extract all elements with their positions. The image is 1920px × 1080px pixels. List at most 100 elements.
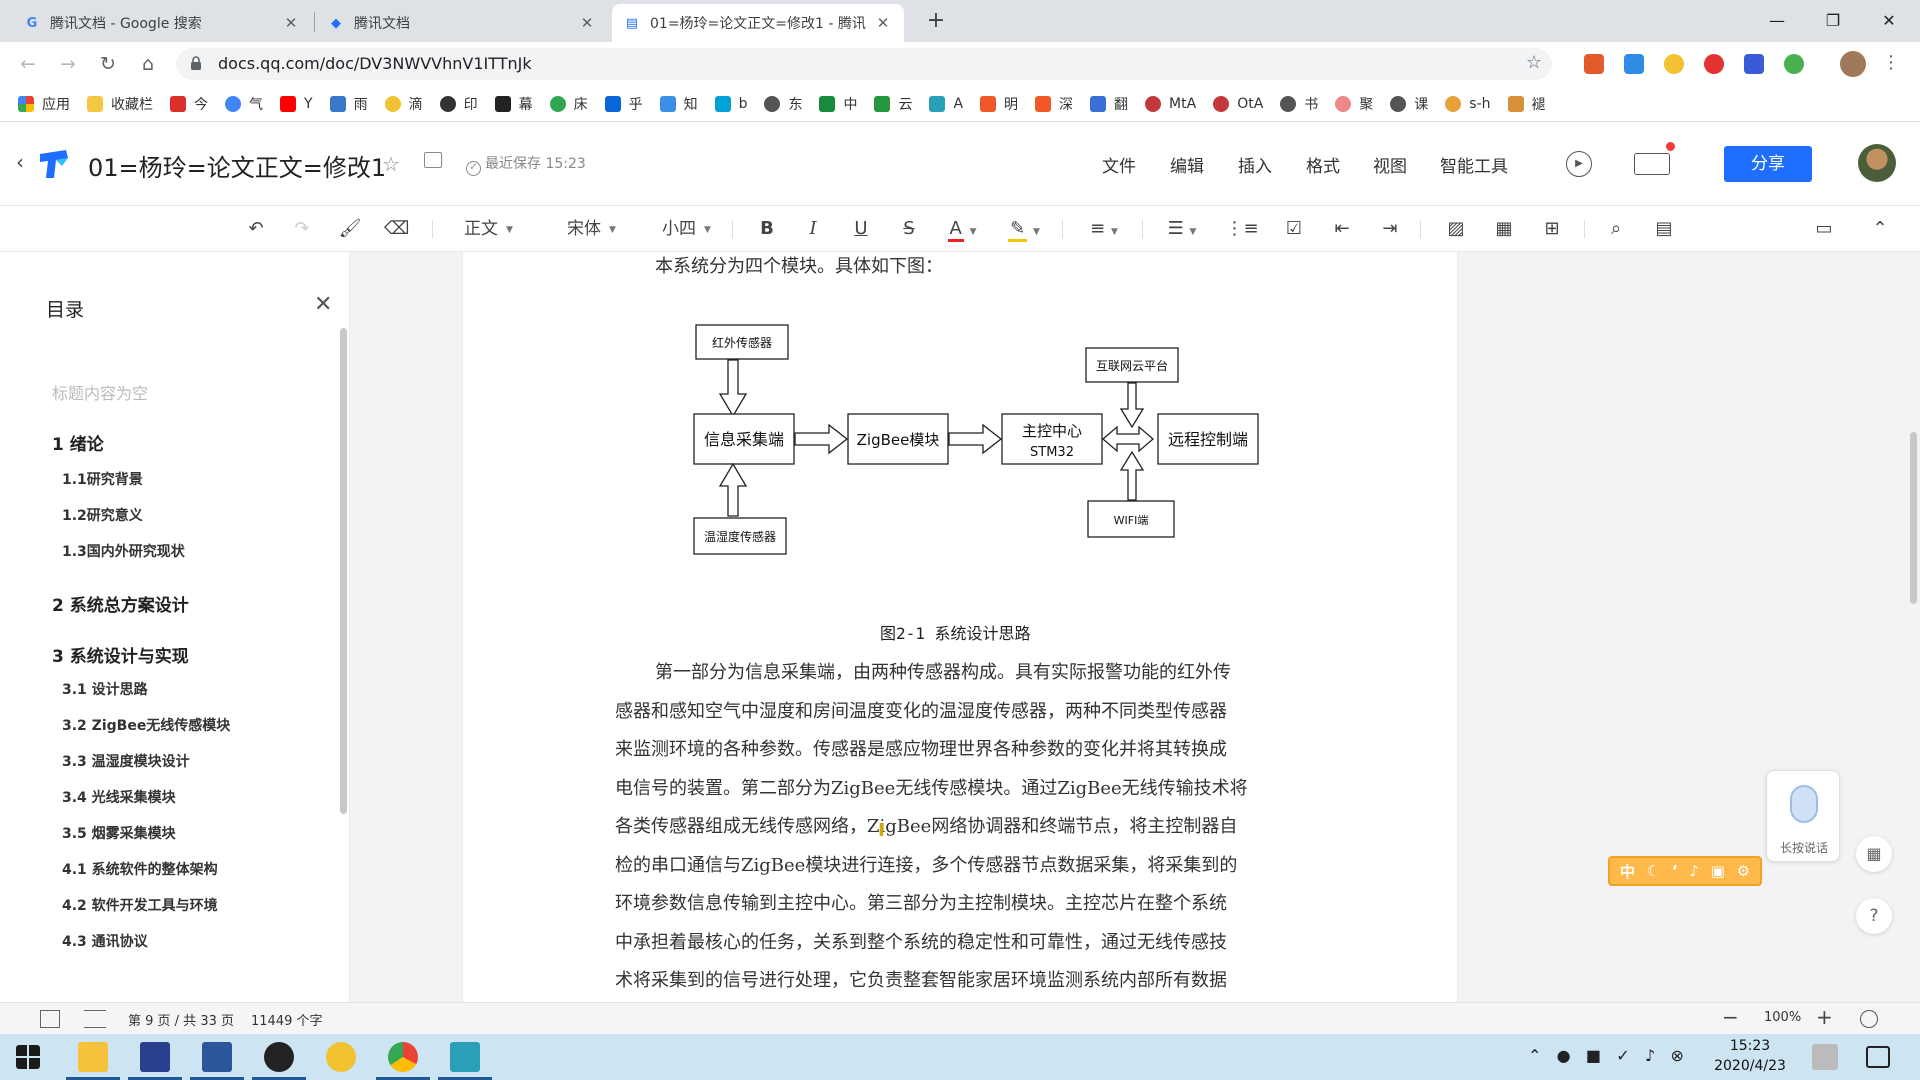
word-icon[interactable]: [202, 1042, 232, 1072]
zoom-out-icon[interactable]: −: [1722, 1005, 1739, 1029]
show-hidden-icon[interactable]: ⌃: [1528, 1046, 1541, 1065]
notification-center-icon[interactable]: [1866, 1046, 1890, 1068]
app-icon[interactable]: [264, 1042, 294, 1072]
fit-page-icon[interactable]: [1860, 1010, 1878, 1028]
new-tab-button[interactable]: +: [922, 8, 950, 36]
system-tray[interactable]: ⌃ ● ■ ✓ ♪ ⊗: [1528, 1046, 1684, 1065]
indent-icon[interactable]: ⇥: [1378, 216, 1402, 242]
close-tab-icon[interactable]: ✕: [282, 14, 300, 32]
intro-paragraph[interactable]: 本系统分为四个模块。具体如下图：: [655, 252, 943, 278]
bookmark-item[interactable]: MtA: [1145, 95, 1196, 112]
app-tray-icon[interactable]: ■: [1586, 1046, 1601, 1065]
underline-icon[interactable]: U: [849, 216, 873, 242]
outline-scrollbar[interactable]: [340, 328, 347, 814]
menu-file[interactable]: 文件: [1102, 152, 1136, 177]
bookmark-item[interactable]: 聚: [1335, 94, 1373, 114]
outline-item[interactable]: 3.3 温湿度模块设计: [62, 751, 190, 771]
bookmark-item[interactable]: A: [929, 95, 963, 112]
bookmark-apps[interactable]: 应用: [18, 94, 70, 114]
body-line[interactable]: 各类传感器组成无线传感网络，ZigBee网络协调器和终端节点，将主控制器自: [615, 812, 1237, 838]
bookmark-item[interactable]: 雨: [329, 94, 368, 114]
microphone-icon[interactable]: ●: [1557, 1046, 1571, 1065]
bookmark-item[interactable]: 幕: [494, 94, 533, 114]
back-chevron-icon[interactable]: ‹: [16, 150, 24, 174]
bookmark-item[interactable]: 深: [1035, 94, 1073, 114]
format-painter-icon[interactable]: 🖌: [338, 216, 362, 242]
zoom-in-icon[interactable]: +: [1816, 1005, 1833, 1029]
voice-input-widget[interactable]: 长按说话: [1766, 770, 1840, 862]
bookmark-item[interactable]: OtA: [1213, 95, 1263, 112]
bookmark-item[interactable]: 印: [439, 94, 478, 114]
menu-edit[interactable]: 编辑: [1170, 152, 1204, 177]
outdent-icon[interactable]: ⇤: [1330, 216, 1354, 242]
forward-arrow-icon[interactable]: →: [54, 50, 82, 78]
outline-item[interactable]: 4.3 通讯协议: [62, 931, 148, 951]
minimize-icon[interactable]: —: [1754, 6, 1800, 36]
insert-comment-icon[interactable]: ⊞: [1540, 216, 1564, 242]
bookmark-item[interactable]: 书: [1280, 94, 1318, 114]
file-explorer-icon[interactable]: [78, 1042, 108, 1072]
system-design-diagram[interactable]: 红外传感器 信息采集端 温湿度传感器 ZigBee模块 主控中心 STM32 互…: [690, 320, 1280, 565]
body-line[interactable]: 检的串口通信与ZigBee模块进行连接，多个传感器节点数据采集，将采集到的: [615, 851, 1237, 877]
windows-start-icon[interactable]: [16, 1045, 40, 1069]
browser-tab-tencent-docs[interactable]: ◆ 腾讯文档 ✕: [316, 4, 608, 42]
outline-item[interactable]: 1.3国内外研究现状: [62, 541, 185, 561]
body-line[interactable]: 第一部分为信息采集端，由两种传感器构成。具有实际报警功能的红外传: [655, 658, 1231, 684]
outline-item[interactable]: 1.2研究意义: [62, 505, 143, 525]
outline-toggle-icon[interactable]: [40, 1010, 60, 1028]
extension-weibo-icon[interactable]: [1704, 54, 1724, 74]
settings-gear-icon[interactable]: ⚙: [1737, 862, 1750, 880]
outline-item[interactable]: 4.1 系统软件的整体架构: [62, 859, 218, 879]
document-scrollbar[interactable]: [1910, 432, 1917, 604]
clear-format-icon[interactable]: ⌫: [384, 216, 409, 242]
bullet-list-icon[interactable]: ☰ ▼: [1162, 216, 1202, 242]
bookmark-item[interactable]: 知: [659, 94, 698, 114]
bookmark-star-icon[interactable]: ☆: [1526, 52, 1542, 73]
extension-translate-icon[interactable]: [1744, 54, 1764, 74]
bookmark-item[interactable]: 翻: [1090, 94, 1128, 114]
insert-table-icon[interactable]: ▦: [1492, 216, 1516, 242]
body-line[interactable]: 感器和感知空气中湿度和房间温度变化的温湿度传感器，两种不同类型传感器: [615, 697, 1227, 723]
checklist-icon[interactable]: ☑: [1282, 216, 1306, 242]
close-tab-icon[interactable]: ✕: [874, 14, 892, 32]
ime-icon[interactable]: [1812, 1044, 1838, 1070]
more-menu-icon[interactable]: ⋮: [1882, 52, 1900, 73]
outline-item[interactable]: 3.2 ZigBee无线传感模块: [62, 715, 230, 735]
share-button[interactable]: 分享: [1724, 146, 1812, 182]
close-outline-icon[interactable]: ✕: [314, 292, 332, 317]
qr-code-icon[interactable]: ▦: [1856, 836, 1892, 872]
profile-avatar[interactable]: [1840, 51, 1866, 77]
punctuation-icon[interactable]: ʻ: [1672, 862, 1678, 880]
app-icon[interactable]: [326, 1042, 356, 1072]
bookmark-item[interactable]: 乎: [604, 94, 643, 114]
zoom-level[interactable]: 100%: [1764, 1010, 1801, 1025]
italic-icon[interactable]: I: [801, 216, 825, 242]
browser-tab-google[interactable]: G 腾讯文档 - Google 搜索 ✕: [12, 4, 312, 42]
body-line[interactable]: 来监测环境的各种参数。传感器是感应物理世界各种参数的变化并将其转换成: [615, 735, 1227, 761]
find-replace-icon[interactable]: ⌕: [1604, 216, 1628, 242]
ime-mode-label[interactable]: 中: [1620, 861, 1635, 882]
font-color-icon[interactable]: A ▼: [944, 216, 980, 242]
volume-icon[interactable]: ♪: [1645, 1046, 1655, 1065]
outline-item[interactable]: 4.2 软件开发工具与环境: [62, 895, 218, 915]
screen-share-icon[interactable]: [1634, 153, 1670, 175]
font-size-select[interactable]: 小四 ▼: [662, 216, 711, 242]
extension-check-icon[interactable]: [1664, 54, 1684, 74]
bookmark-item[interactable]: 气: [225, 94, 263, 114]
favorite-star-icon[interactable]: ☆: [382, 152, 400, 176]
close-tab-icon[interactable]: ✕: [578, 14, 596, 32]
microphone-icon[interactable]: ♪: [1689, 862, 1699, 880]
bookmark-item[interactable]: 东: [764, 94, 802, 114]
home-icon[interactable]: ⌂: [134, 50, 162, 78]
bookmark-item[interactable]: 中: [819, 94, 857, 114]
bookmark-item[interactable]: 床: [549, 94, 588, 114]
body-line[interactable]: 中承担着最核心的任务，关系到整个系统的稳定性和可靠性，通过无线传感技: [615, 928, 1227, 954]
extension-download-icon[interactable]: [1624, 54, 1644, 74]
strikethrough-icon[interactable]: S: [897, 216, 921, 242]
moon-icon[interactable]: ☾: [1647, 862, 1660, 880]
bookmark-item[interactable]: b: [714, 95, 747, 112]
outline-item[interactable]: 3.4 光线采集模块: [62, 787, 176, 807]
bookmark-item[interactable]: 课: [1390, 94, 1428, 114]
bookmark-item[interactable]: 褪: [1507, 94, 1546, 114]
tencent-docs-logo-icon[interactable]: [36, 146, 72, 182]
